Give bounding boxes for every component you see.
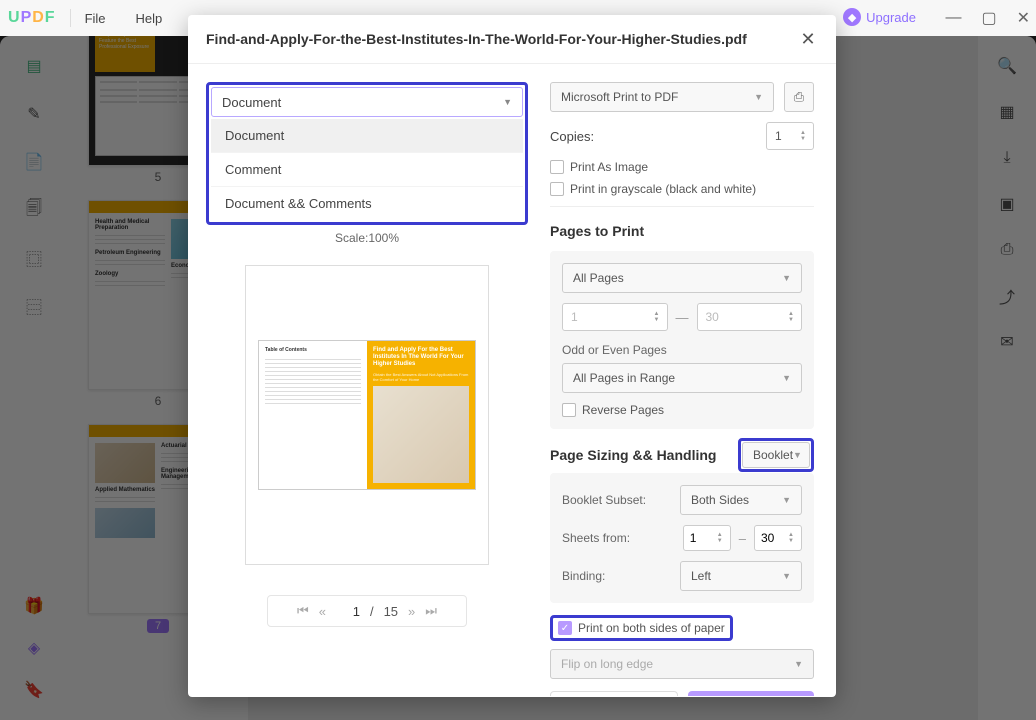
preview-pager: ⏮ « / 15 » ⏭ xyxy=(267,595,467,627)
dialog-left-panel: Document ▼ Document Comment Document && … xyxy=(188,64,546,696)
sheets-dash: – xyxy=(739,531,746,546)
binding-value: Left xyxy=(691,569,711,583)
printer-value: Microsoft Print to PDF xyxy=(561,90,678,104)
page-input[interactable] xyxy=(336,604,360,619)
chevron-down-icon: ▼ xyxy=(782,273,791,283)
range-to-input[interactable] xyxy=(697,303,803,331)
copies-label: Copies: xyxy=(550,129,594,144)
dialog-title: Find-and-Apply-For-the-Best-Institutes-I… xyxy=(206,31,747,47)
upgrade-link[interactable]: ◆ Upgrade xyxy=(843,8,916,26)
print-dialog: Find-and-Apply-For-the-Best-Institutes-I… xyxy=(188,15,836,697)
spin-down-icon[interactable]: ▼ xyxy=(788,538,800,544)
range-dash: — xyxy=(676,310,689,325)
sizing-mode-select[interactable]: Booklet ▼ xyxy=(742,442,810,468)
page-sizing-section: Booklet Subset: Both Sides ▼ Sheets from… xyxy=(550,473,814,603)
window-controls: — ▢ ✕ xyxy=(945,0,1030,36)
booklet-subset-label: Booklet Subset: xyxy=(562,493,662,507)
content-type-dropdown: Document Comment Document && Comments xyxy=(211,119,523,220)
dropdown-item-both[interactable]: Document && Comments xyxy=(211,186,523,220)
printer-settings-button[interactable]: ⎙ xyxy=(784,82,814,112)
spin-down-icon[interactable]: ▼ xyxy=(717,538,729,544)
upgrade-icon: ◆ xyxy=(843,8,861,26)
pages-to-print-section: All Pages ▼ ▲▼ — ▲▼ Odd or Even Pages xyxy=(550,251,814,429)
chevron-down-icon: ▼ xyxy=(754,92,763,102)
page-sizing-heading: Page Sizing && Handling xyxy=(550,447,716,463)
minimize-icon[interactable]: — xyxy=(945,9,961,27)
odd-even-select[interactable]: All Pages in Range ▼ xyxy=(562,363,802,393)
app-logo: UPDF xyxy=(8,9,56,27)
page-total: 15 xyxy=(384,604,398,619)
chevron-down-icon: ▼ xyxy=(794,659,803,669)
reverse-pages-label: Reverse Pages xyxy=(582,403,664,417)
odd-even-value: All Pages in Range xyxy=(573,371,675,385)
print-both-sides-label: Print on both sides of paper xyxy=(578,621,725,635)
chevron-down-icon: ▼ xyxy=(782,495,791,505)
spin-down-icon[interactable]: ▼ xyxy=(654,317,666,323)
reverse-pages-checkbox[interactable] xyxy=(562,403,576,417)
divider xyxy=(70,9,71,27)
print-both-sides-highlight: ✓ Print on both sides of paper xyxy=(550,615,733,641)
menu-help[interactable]: Help xyxy=(136,11,163,26)
next-page-button[interactable]: » xyxy=(408,604,415,619)
content-type-select[interactable]: Document ▼ xyxy=(211,87,523,117)
prev-page-button[interactable]: « xyxy=(319,604,326,619)
odd-even-label: Odd or Even Pages xyxy=(562,343,802,357)
page-range-value: All Pages xyxy=(573,271,624,285)
print-button[interactable]: Print xyxy=(688,691,814,696)
sizing-mode-highlight: Booklet ▼ xyxy=(738,438,814,472)
dialog-header: Find-and-Apply-For-the-Best-Institutes-I… xyxy=(188,15,836,64)
preview-right-page: Find and Apply For the Best Institutes I… xyxy=(367,341,475,489)
spin-down-icon[interactable]: ▼ xyxy=(800,136,812,142)
menu-file[interactable]: File xyxy=(85,11,106,26)
content-type-highlight: Document ▼ Document Comment Document && … xyxy=(206,82,528,225)
cancel-button[interactable]: Cancel xyxy=(550,691,678,696)
close-icon[interactable]: ✕ xyxy=(1017,8,1030,28)
binding-select[interactable]: Left ▼ xyxy=(680,561,802,591)
flip-value: Flip on long edge xyxy=(561,657,653,671)
booklet-subset-value: Both Sides xyxy=(691,493,749,507)
print-as-image-checkbox[interactable] xyxy=(550,160,564,174)
dropdown-item-comment[interactable]: Comment xyxy=(211,152,523,186)
chevron-down-icon: ▼ xyxy=(782,571,791,581)
maximize-icon[interactable]: ▢ xyxy=(981,8,996,28)
page-separator: / xyxy=(370,604,374,619)
chevron-down-icon: ▼ xyxy=(782,373,791,383)
print-preview: Table of Contents Find and Apply For the… xyxy=(245,265,489,565)
range-from-input[interactable] xyxy=(562,303,668,331)
binding-label: Binding: xyxy=(562,569,662,583)
print-as-image-label: Print As Image xyxy=(570,160,648,174)
flip-select: Flip on long edge ▼ xyxy=(550,649,814,679)
print-grayscale-checkbox[interactable] xyxy=(550,182,564,196)
content-type-value: Document xyxy=(222,95,281,110)
dropdown-item-document[interactable]: Document xyxy=(211,119,523,152)
first-page-button[interactable]: ⏮ xyxy=(297,603,309,619)
chevron-down-icon: ▼ xyxy=(503,97,512,107)
close-button[interactable]: ✕ xyxy=(798,29,818,49)
print-grayscale-label: Print in grayscale (black and white) xyxy=(570,182,756,196)
chevron-down-icon: ▼ xyxy=(793,450,802,460)
last-page-button[interactable]: ⏭ xyxy=(425,603,437,619)
spin-down-icon[interactable]: ▼ xyxy=(788,317,800,323)
pages-to-print-heading: Pages to Print xyxy=(550,223,814,239)
preview-left-page: Table of Contents xyxy=(259,341,367,489)
print-both-sides-checkbox[interactable]: ✓ xyxy=(558,621,572,635)
printer-select[interactable]: Microsoft Print to PDF ▼ xyxy=(550,82,774,112)
scale-label: Scale:100% xyxy=(206,231,528,245)
booklet-subset-select[interactable]: Both Sides ▼ xyxy=(680,485,802,515)
sheets-from-label: Sheets from: xyxy=(562,531,662,545)
sizing-mode-value: Booklet xyxy=(753,448,793,462)
upgrade-label: Upgrade xyxy=(866,10,916,25)
dialog-right-panel: Microsoft Print to PDF ▼ ⎙ Copies: ▲▼ Pr… xyxy=(546,64,836,696)
page-range-select[interactable]: All Pages ▼ xyxy=(562,263,802,293)
